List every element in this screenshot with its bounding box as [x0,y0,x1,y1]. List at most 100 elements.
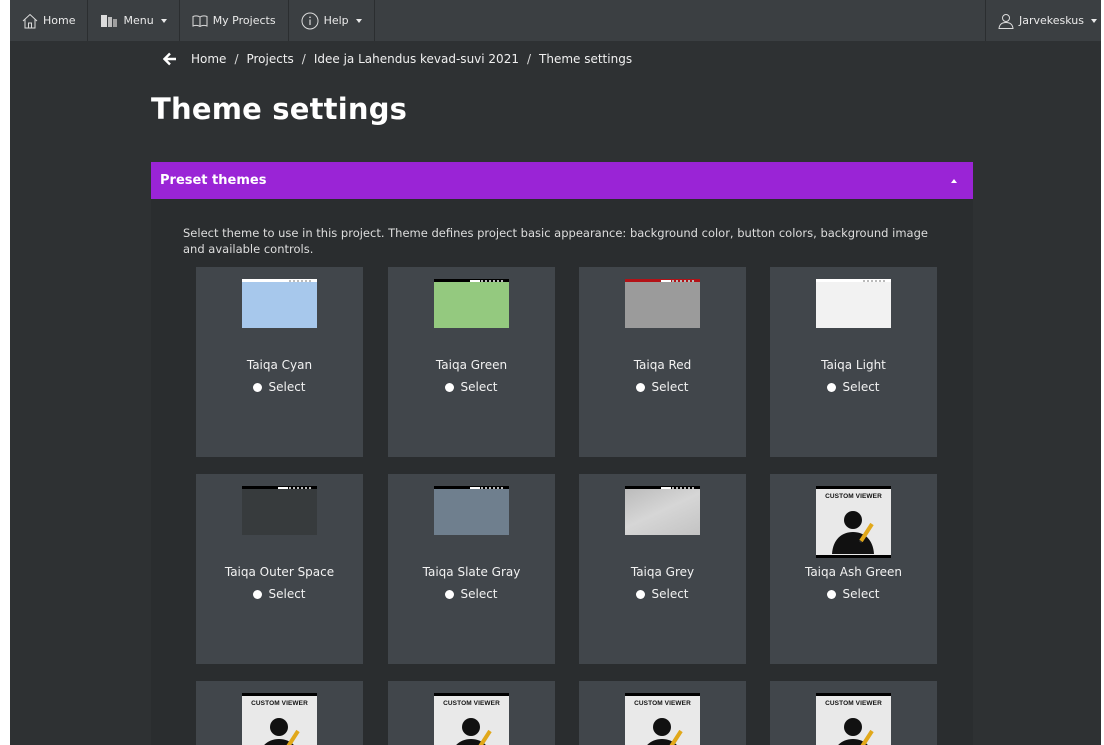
radio-button[interactable] [636,382,646,392]
info-icon [301,12,319,30]
menu-icon [100,14,118,28]
silhouette-icon [647,718,683,745]
chevron-down-icon [355,18,362,23]
theme-card: Taiqa Outer Space Select [196,474,363,664]
custom-viewer-thumbnail: CUSTOM VIEWER [434,693,509,745]
theme-thumbnail [625,279,700,328]
select-label: Select [268,587,306,601]
nav-user-label: Jarvekeskus [1019,14,1084,27]
thumb-toolbar-dots [672,486,694,489]
left-gutter [0,0,10,745]
radio-button[interactable] [253,589,263,599]
preset-themes-header[interactable]: Preset themes [151,162,973,199]
nav-my-projects-label: My Projects [212,14,276,27]
theme-thumbnail [434,279,509,328]
chevron-up-icon [951,178,957,183]
select-label: Select [842,587,880,601]
theme-thumbnail [242,486,317,535]
breadcrumb-project[interactable]: Idee ja Lahendus kevad-suvi 2021 [314,52,519,66]
breadcrumb-projects[interactable]: Projects [246,52,293,66]
theme-select[interactable]: Select [636,587,689,601]
panel-description: Select theme to use in this project. The… [183,226,928,256]
select-label: Select [651,587,689,601]
theme-name: Taiqa Red [633,358,692,372]
breadcrumb-home[interactable]: Home [191,52,226,66]
theme-select[interactable]: Select [445,587,498,601]
breadcrumb-separator: / [301,52,306,66]
theme-select[interactable]: Select [253,587,306,601]
chevron-down-icon [160,18,167,23]
theme-card: Taiqa Green Select [388,267,555,457]
select-label: Select [460,587,498,601]
theme-card: Taiqa Cyan Select [196,267,363,457]
silhouette-icon [838,718,874,745]
nav-help-label: Help [323,14,349,27]
top-navbar: Home Menu My Projects Help Jarvekeskus [10,0,1101,41]
page-title: Theme settings [151,92,408,126]
select-label: Select [268,380,306,394]
theme-name: Taiqa Grey [630,565,695,579]
theme-select[interactable]: Select [827,587,880,601]
theme-select[interactable]: Select [827,380,880,394]
nav-home[interactable]: Home [10,0,89,41]
theme-card: Taiqa Light Select [770,267,937,457]
radio-button[interactable] [636,589,646,599]
home-icon [22,13,38,29]
custom-viewer-thumbnail: CUSTOM VIEWER [625,693,700,745]
radio-button[interactable] [827,589,837,599]
thumb-toolbar-dots [481,486,503,489]
nav-menu[interactable]: Menu [88,0,180,41]
theme-select[interactable]: Select [445,380,498,394]
theme-card: Taiqa Slate Gray Select [388,474,555,664]
theme-name: Taiqa Green [435,358,508,372]
user-icon [998,13,1014,29]
nav-menu-label: Menu [123,14,154,27]
radio-button[interactable] [827,382,837,392]
thumb-bottom-bar [816,555,891,558]
select-label: Select [651,380,689,394]
theme-card: CUSTOM VIEWER [579,681,746,745]
theme-name: Taiqa Ash Green [804,565,903,579]
silhouette-icon [264,718,300,745]
nav-help[interactable]: Help [289,0,375,41]
book-icon [192,15,208,27]
theme-select[interactable]: Select [636,380,689,394]
theme-thumbnail [625,486,700,535]
panel-title: Preset themes [160,173,267,188]
theme-card: CUSTOM VIEWER [196,681,363,745]
chevron-down-icon [1091,18,1097,23]
nav-home-label: Home [43,14,76,27]
theme-thumbnail [816,279,891,328]
theme-select[interactable]: Select [253,380,306,394]
breadcrumb-current: Theme settings [539,52,633,66]
theme-name: Taiqa Outer Space [224,565,335,579]
silhouette-icon [456,718,492,745]
nav-user[interactable]: Jarvekeskus [985,0,1101,41]
radio-button[interactable] [445,589,455,599]
thumb-toolbar-dots [672,279,694,282]
theme-card: CUSTOM VIEWER [388,681,555,745]
thumb-toolbar-dots [289,279,311,282]
silhouette-icon [832,511,874,554]
radio-button[interactable] [253,382,263,392]
theme-name: Taiqa Cyan [246,358,313,372]
thumb-toolbar-dots [481,279,503,282]
theme-card: Taiqa Red Select [579,267,746,457]
breadcrumb-separator: / [234,52,239,66]
nav-my-projects[interactable]: My Projects [180,0,289,41]
custom-viewer-thumbnail: CUSTOM VIEWER [242,693,317,745]
select-label: Select [842,380,880,394]
back-arrow-icon[interactable] [163,52,177,66]
custom-viewer-thumbnail: CUSTOM VIEWER [816,693,891,745]
thumb-toolbar-dots [863,279,885,282]
radio-button[interactable] [445,382,455,392]
theme-thumbnail [242,279,317,328]
preset-themes-panel: Select theme to use in this project. The… [151,199,973,745]
theme-card: CUSTOM VIEWER Taiqa Ash Green Select [770,474,937,664]
theme-card: Taiqa Grey Select [579,474,746,664]
breadcrumb: Home / Projects / Idee ja Lahendus kevad… [163,50,632,68]
theme-name: Taiqa Slate Gray [422,565,521,579]
breadcrumb-separator: / [526,52,532,66]
theme-name: Taiqa Light [821,358,886,372]
thumb-toolbar-dots [289,486,311,489]
